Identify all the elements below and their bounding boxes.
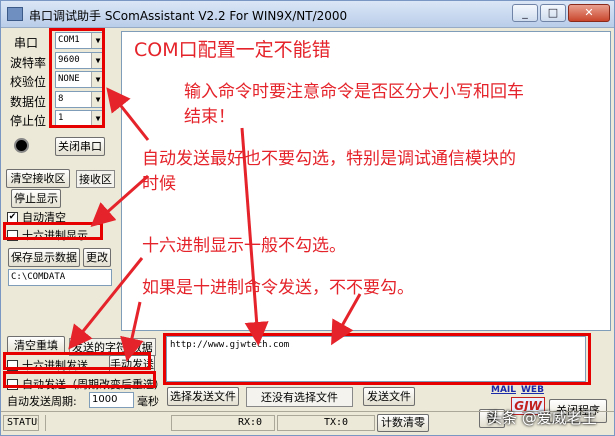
annotation-hex-send: 如果是十进制命令发送，不不要勾。: [142, 278, 414, 298]
close-port-button[interactable]: 关闭串口: [55, 137, 105, 156]
select-file-button[interactable]: 选择发送文件: [167, 387, 239, 406]
highlight-hex-display: [3, 222, 103, 240]
highlight-auto-send: [3, 371, 156, 388]
status-text: STATUS:COM1 OPENED, 9600, N, 8, 1: [3, 415, 39, 431]
port-status-indicator: [14, 138, 29, 153]
stop-display-button[interactable]: 停止显示: [11, 189, 61, 208]
status-divider: [45, 415, 46, 431]
rx-counter: RX:0: [171, 415, 275, 431]
watermark: 头条 @爱威老王: [487, 409, 597, 427]
baud-label: 波特率: [10, 56, 47, 70]
databits-label: 数据位: [10, 95, 47, 109]
annotation-hex-display: 十六进制显示一般不勾选。: [142, 236, 346, 256]
highlight-send-area: [163, 333, 591, 385]
checkbox-checked-icon: ✔: [7, 211, 18, 223]
parity-label: 校验位: [10, 75, 47, 89]
title-bar: 串口调试助手 SComAssistant V2.2 For WIN9X/NT/2…: [1, 1, 614, 28]
stopbits-label: 停止位: [10, 114, 47, 128]
no-file-label: 还没有选择文件: [246, 387, 353, 407]
save-data-button[interactable]: 保存显示数据: [8, 248, 80, 267]
period-input[interactable]: 1000: [89, 392, 134, 408]
annotation-case-note-line1: 输入命令时要注意命令是否区分大小写和回车: [184, 82, 524, 102]
web-link[interactable]: WEB: [521, 385, 544, 395]
highlight-com-config: [49, 28, 105, 128]
mail-link[interactable]: MAIL: [491, 385, 516, 395]
maximize-button[interactable]: □: [540, 4, 566, 22]
window-controls: _ □ ✕: [512, 4, 610, 22]
port-label: 串口: [14, 36, 39, 50]
close-button[interactable]: ✕: [568, 4, 610, 22]
clear-count-button[interactable]: 计数清零: [377, 414, 429, 432]
annotation-auto-send-line1: 自动发送最好也不要勾选，特别是调试通信模块的: [142, 149, 516, 169]
annotation-case-note-line2: 结束！: [184, 107, 235, 127]
clear-receive-button[interactable]: 清空接收区: [6, 169, 70, 188]
send-file-button[interactable]: 发送文件: [363, 387, 415, 406]
annotation-com-config: COM口配置一定不能错: [134, 39, 331, 61]
change-path-button[interactable]: 更改: [83, 248, 111, 267]
receive-area-label: 接收区: [76, 170, 115, 188]
period-unit: 毫秒: [137, 395, 159, 408]
annotation-auto-send-line2: 时候: [142, 174, 176, 194]
save-path-field[interactable]: C:\COMDATA: [8, 269, 112, 286]
minimize-button[interactable]: _: [512, 4, 538, 22]
window-title: 串口调试助手 SComAssistant V2.2 For WIN9X/NT/2…: [29, 9, 348, 23]
tx-counter: TX:0: [277, 415, 375, 431]
period-label: 自动发送周期:: [7, 395, 77, 408]
highlight-hex-send: [3, 352, 151, 370]
app-icon: [7, 7, 23, 21]
